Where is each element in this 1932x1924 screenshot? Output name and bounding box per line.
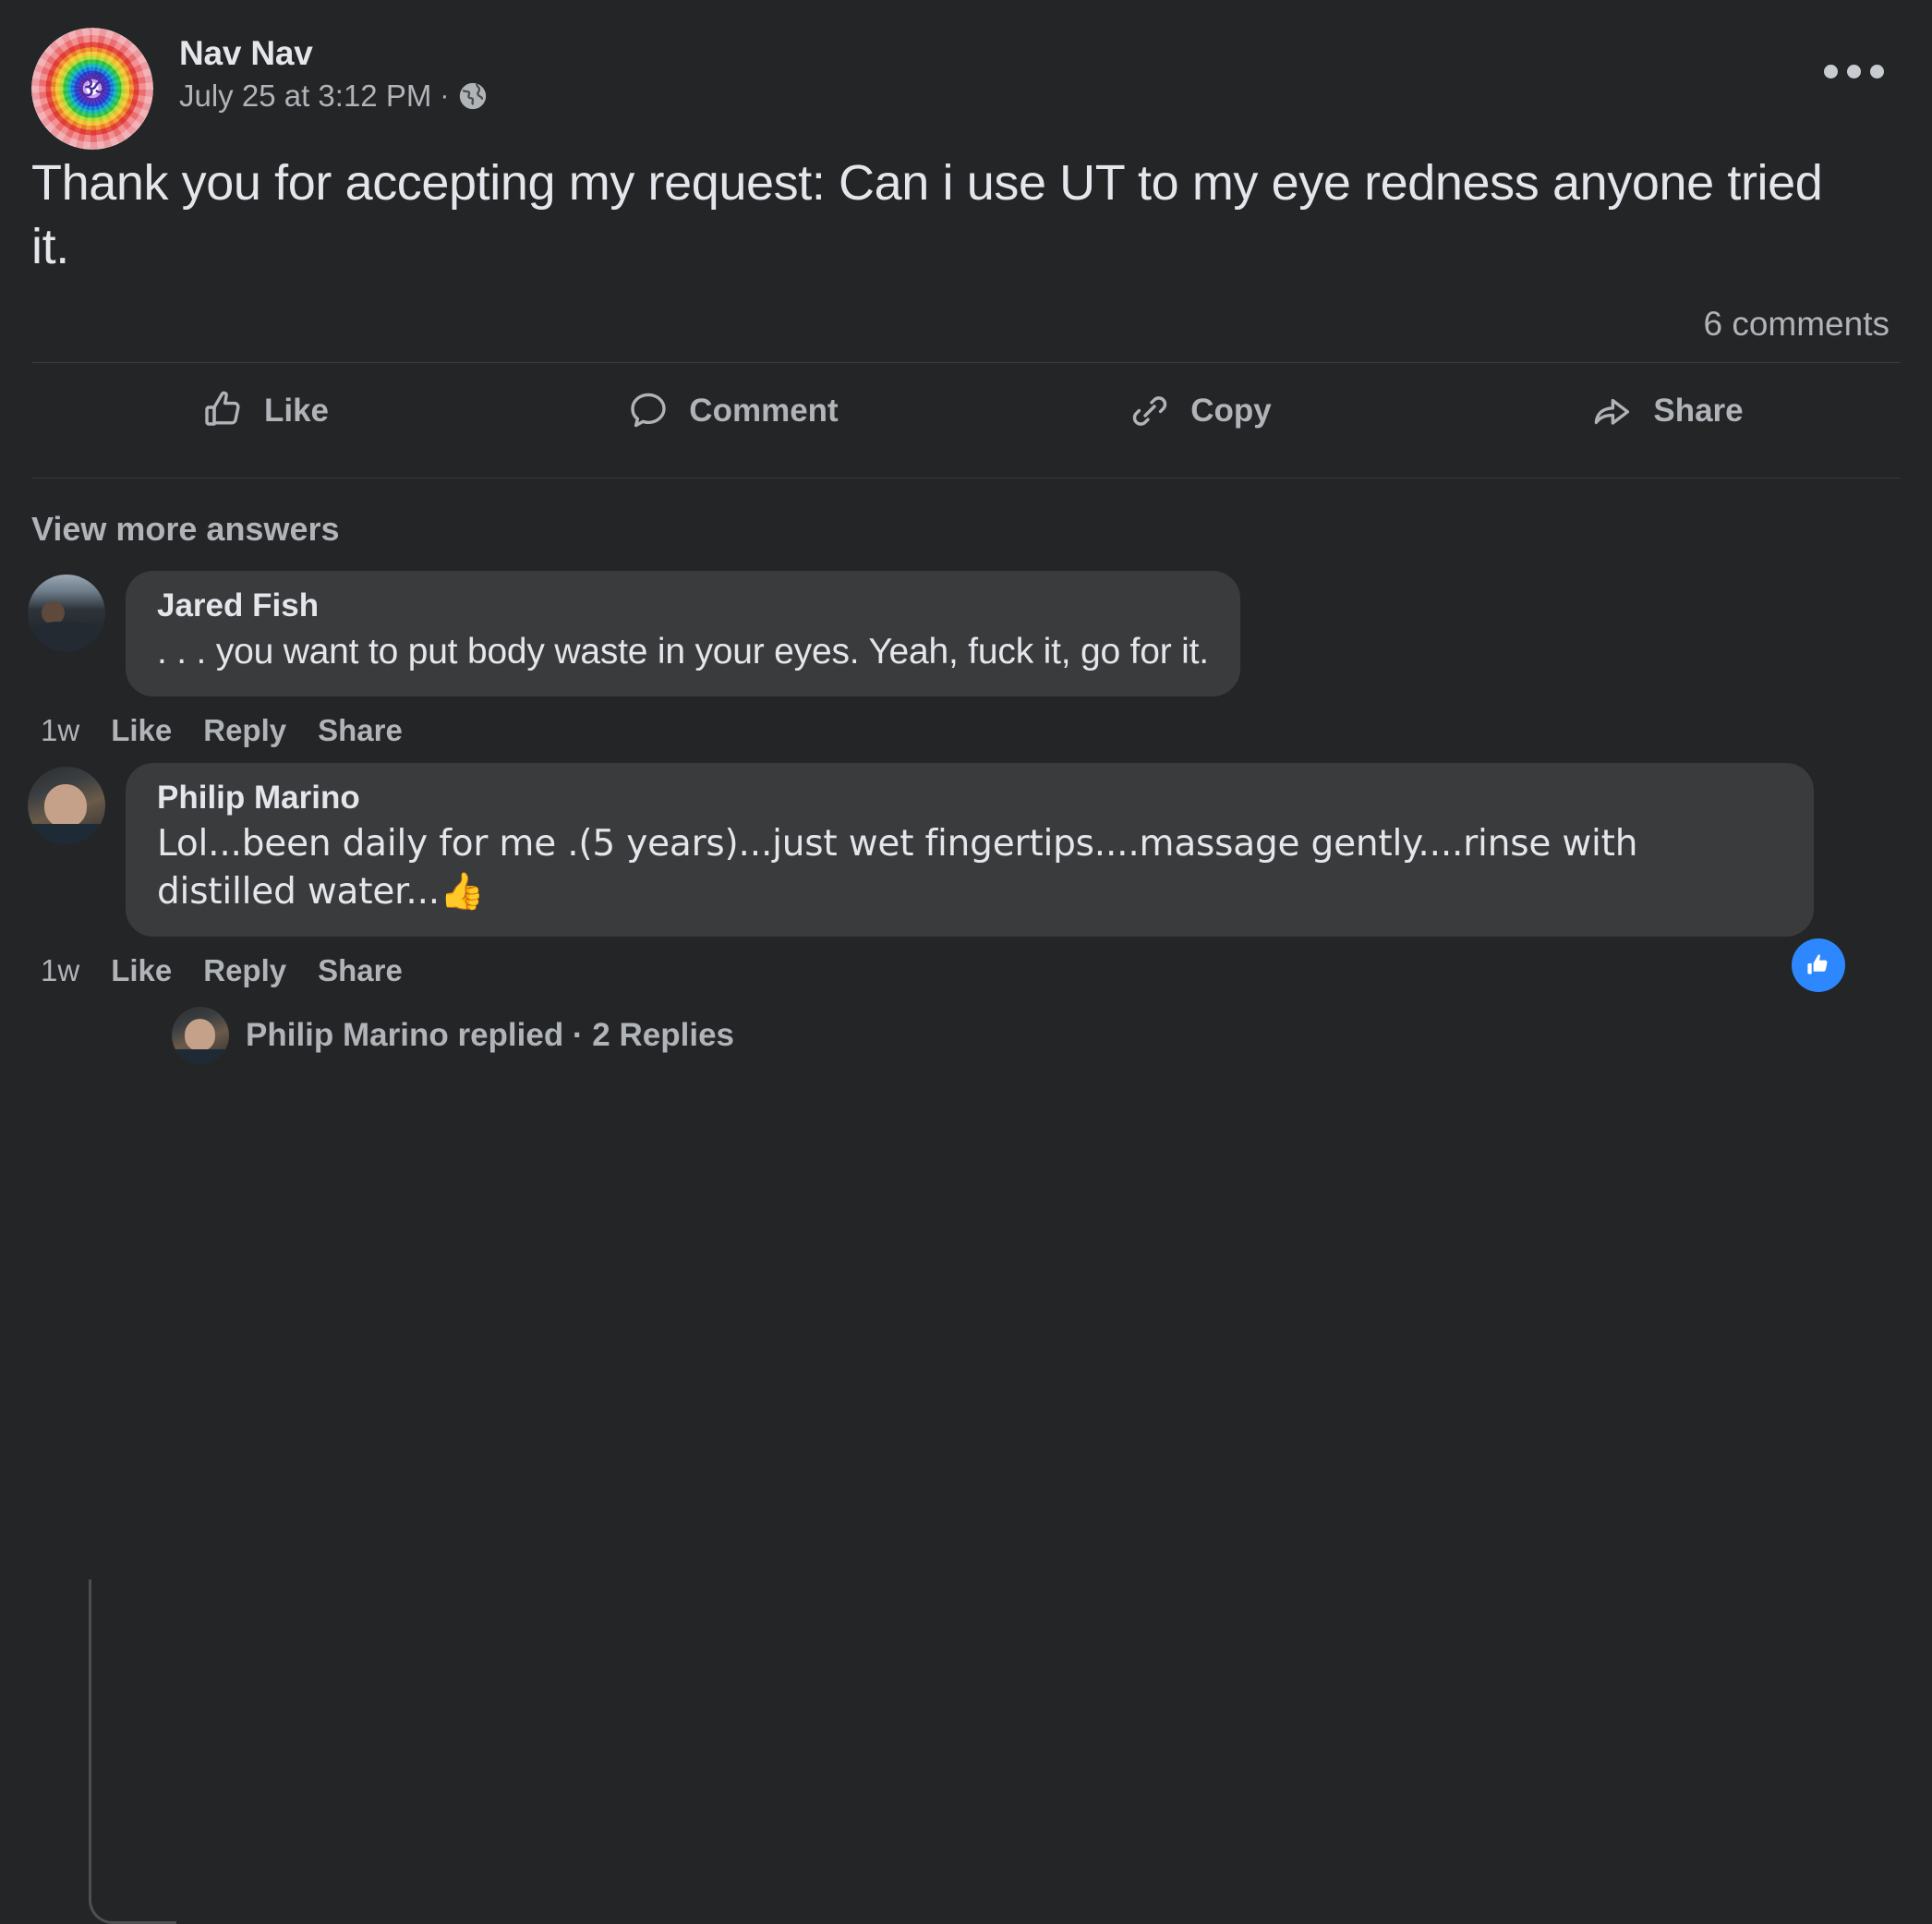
comment-bubble: Philip Marino Lol...been daily for me .(… xyxy=(126,763,1814,937)
comment-actions: 1w Like Reply Share xyxy=(41,696,1932,754)
like-button[interactable]: Like xyxy=(31,389,499,433)
comment-actions: 1w Like Reply Share xyxy=(41,937,403,994)
more-options-icon[interactable] xyxy=(1824,65,1884,79)
comment-content: Jared Fish . . . you want to put body wa… xyxy=(105,571,1240,697)
replied-label[interactable]: Philip Marino replied · 2 Replies xyxy=(246,1017,734,1054)
comment-button[interactable]: Comment xyxy=(499,389,966,433)
post-timestamp[interactable]: July 25 at 3:12 PM xyxy=(179,79,431,114)
post-author-name[interactable]: Nav Nav xyxy=(179,34,489,73)
comment-author-name[interactable]: Jared Fish xyxy=(157,587,1209,624)
comment-text: Lol...been daily for me .(5 years)...jus… xyxy=(157,823,1638,913)
avatar-philip-marino[interactable] xyxy=(28,767,105,845)
copy-button-label: Copy xyxy=(1190,393,1272,430)
thread-connector-line xyxy=(89,1579,176,1924)
replied-row[interactable]: Philip Marino replied · 2 Replies xyxy=(0,994,1932,1064)
kebab-dot xyxy=(1847,65,1861,79)
om-symbol-icon: ॐ xyxy=(78,69,107,107)
share-button-label: Share xyxy=(1653,393,1744,430)
globe-icon xyxy=(457,80,489,112)
comments-count[interactable]: 6 comments xyxy=(0,279,1932,344)
post-action-bar: Like Comment Copy Share xyxy=(31,363,1901,459)
comment-button-label: Comment xyxy=(689,393,839,430)
avatar-philip-marino-small xyxy=(172,1006,229,1064)
avatar-nav-nav[interactable]: ॐ xyxy=(31,28,153,150)
kebab-dot xyxy=(1824,65,1838,79)
like-button-label: Like xyxy=(263,393,330,430)
link-icon xyxy=(1128,389,1172,433)
thumbs-up-icon xyxy=(201,389,246,433)
copy-button[interactable]: Copy xyxy=(966,389,1433,433)
comment-author-name[interactable]: Philip Marino xyxy=(157,780,1782,817)
share-button[interactable]: Share xyxy=(1433,389,1901,433)
comment-content: Philip Marino Lol...been daily for me .(… xyxy=(105,763,1814,937)
comment-timestamp: 1w xyxy=(41,713,80,748)
speech-bubble-icon xyxy=(626,389,670,433)
comment-actions-row: 1w Like Reply Share xyxy=(0,937,1932,994)
post-meta-row: July 25 at 3:12 PM · xyxy=(179,79,489,114)
kebab-dot xyxy=(1870,65,1884,79)
comment-text: . . . you want to put body waste in your… xyxy=(157,632,1209,672)
comment-share-link[interactable]: Share xyxy=(318,713,403,748)
post-header-text: Nav Nav July 25 at 3:12 PM · xyxy=(179,28,489,114)
comment-timestamp: 1w xyxy=(41,952,80,987)
meta-separator: · xyxy=(440,79,450,111)
comment-item: Jared Fish . . . you want to put body wa… xyxy=(0,562,1932,697)
comment-bubble: Jared Fish . . . you want to put body wa… xyxy=(126,571,1240,697)
comment-like-link[interactable]: Like xyxy=(111,953,172,988)
share-arrow-icon xyxy=(1590,389,1635,433)
avatar-jared-fish[interactable] xyxy=(28,575,105,653)
post-text: Thank you for accepting my request: Can … xyxy=(31,155,1823,275)
comment-item: Philip Marino Lol...been daily for me .(… xyxy=(0,754,1932,937)
view-more-answers-link[interactable]: View more answers xyxy=(0,478,1932,549)
comment-reply-link[interactable]: Reply xyxy=(203,713,286,748)
facebook-post: ॐ Nav Nav July 25 at 3:12 PM · Thank you… xyxy=(0,0,1932,1924)
comment-list: Jared Fish . . . you want to put body wa… xyxy=(0,549,1932,1924)
comment-like-link[interactable]: Like xyxy=(111,713,172,748)
comment-reply-link[interactable]: Reply xyxy=(203,953,286,988)
post-header: ॐ Nav Nav July 25 at 3:12 PM · xyxy=(0,0,1932,150)
like-reaction-badge[interactable] xyxy=(1792,938,1845,992)
comment-share-link[interactable]: Share xyxy=(318,953,403,988)
